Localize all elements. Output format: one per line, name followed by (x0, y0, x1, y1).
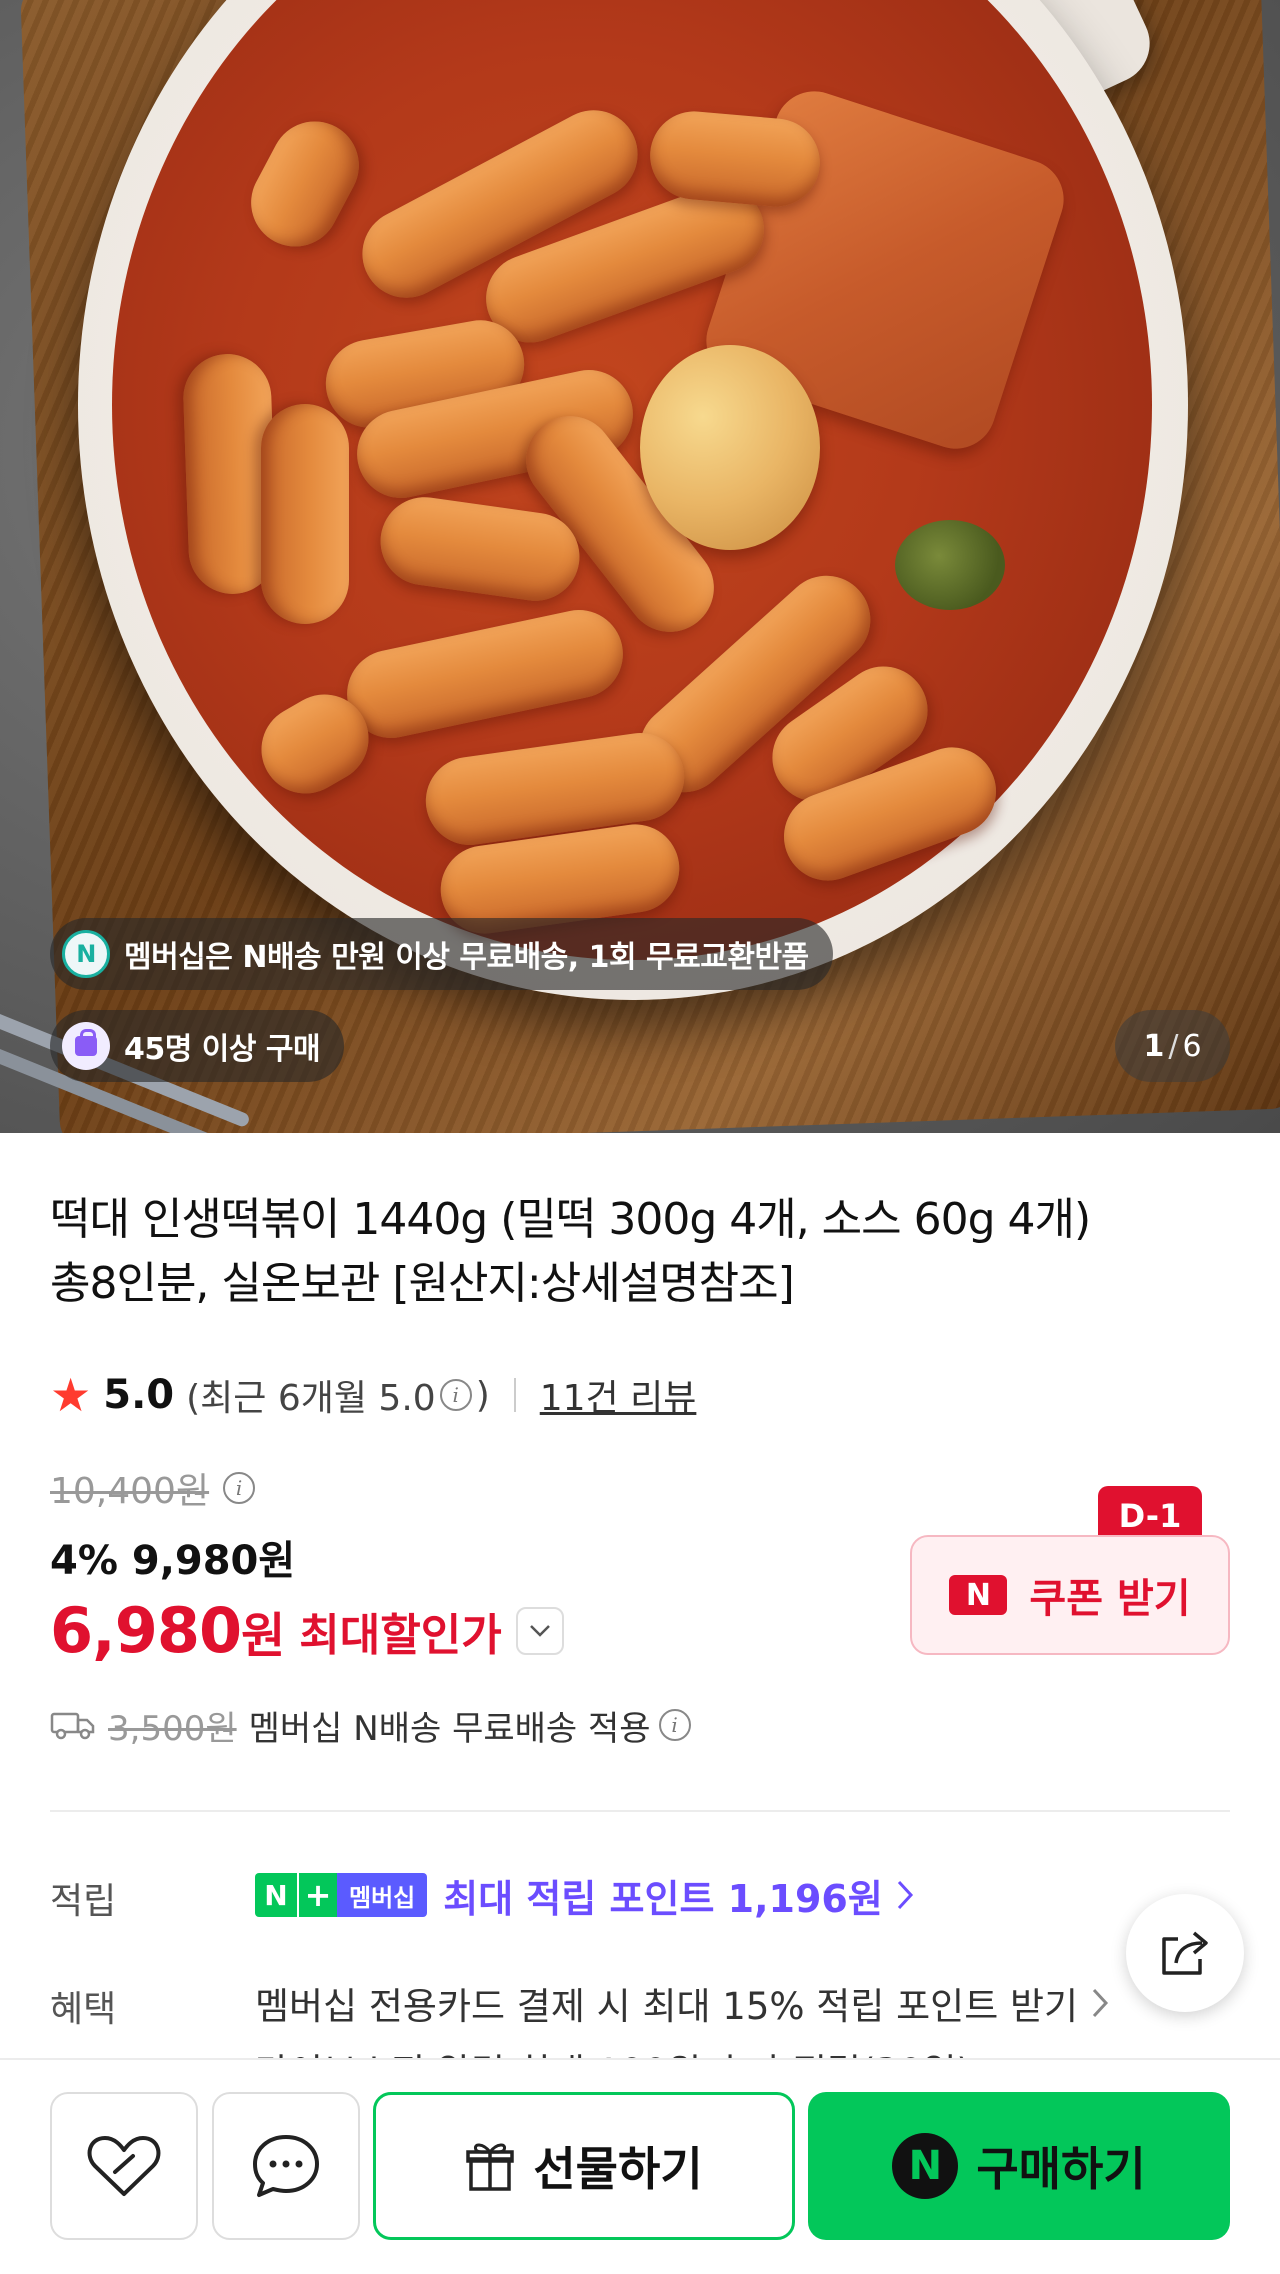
plus-icon: + (297, 1873, 337, 1917)
n-delivery-icon: N (62, 930, 110, 978)
rating-score: 5.0 (103, 1372, 175, 1418)
benefit-label: 혜택 (50, 1989, 117, 2030)
coupon-download-button[interactable]: N 쿠폰 받기 (910, 1535, 1230, 1655)
buyers-badge-text: 45명 이상 구매 (124, 1032, 321, 1067)
shipping-row: 3,500원 멤버십 N배송 무료배송 적용 i (50, 1698, 695, 1752)
gift-button[interactable]: 선물하기 (373, 2092, 795, 2240)
gift-icon (466, 2143, 515, 2191)
green-pepper (895, 520, 1005, 610)
max-discount-label: 최대할인가 (299, 1609, 502, 1661)
info-icon[interactable]: i (439, 1379, 472, 1411)
section-divider (50, 1810, 1230, 1812)
sale-price-row: 4% 9,980원 (50, 1528, 295, 1586)
original-price: 10,400원 (50, 1471, 210, 1512)
original-shipping-fee: 3,500원 (108, 1708, 237, 1749)
image-index: 1 (1143, 1028, 1165, 1064)
chevron-right-icon (897, 1880, 913, 1910)
info-icon[interactable]: i (223, 1472, 256, 1504)
membership-tag: 멤버십 (337, 1873, 428, 1917)
product-title-line2: 총8인분, 실온보관 [원산지:상세설명참조] (50, 1258, 795, 1309)
inquiry-button[interactable] (212, 2092, 360, 2240)
rice-cake (261, 404, 349, 624)
points-row[interactable]: N + 멤버십 최대 적립 포인트 1,196원 (255, 1866, 915, 1924)
heart-icon (87, 2136, 161, 2196)
final-price-currency: 원 (241, 1607, 286, 1664)
final-price: 6,980 (50, 1594, 242, 1667)
chevron-down-icon[interactable] (515, 1606, 564, 1655)
shipping-text: 멤버십 N배송 무료배송 적용 (248, 1708, 651, 1749)
points-label: 적립 (50, 1881, 117, 1922)
coupon-label: 쿠폰 받기 (1029, 1576, 1191, 1622)
truck-icon (50, 1712, 95, 1740)
rating-row: ★ 5.0 (최근 6개월 5.0 i ) 11건 리뷰 (50, 1365, 696, 1425)
image-total: 6 (1182, 1028, 1202, 1064)
like-button[interactable] (50, 2092, 198, 2240)
divider (513, 1378, 516, 1412)
membership-shipping-badge[interactable]: N 멤버십은 N배송 만원 이상 무료배송, 1회 무료교환반품 (50, 918, 833, 990)
sale-price: 9,980원 (131, 1538, 296, 1584)
buy-label: 구매하기 (976, 2142, 1146, 2196)
recent-rating-close: ) (475, 1374, 490, 1416)
naver-n-icon: N (255, 1873, 297, 1917)
share-icon (1162, 1931, 1208, 1975)
original-price-row: 10,400원 i (50, 1462, 259, 1514)
benefit-row[interactable]: 멤버십 전용카드 결제 시 최대 15% 적립 포인트 받기 (255, 1976, 1110, 2030)
info-icon[interactable]: i (658, 1709, 691, 1741)
membership-badge-text: 멤버십은 N배송 만원 이상 무료배송, 1회 무료교환반품 (124, 940, 809, 975)
buy-button[interactable]: N 구매하기 (808, 2092, 1230, 2240)
chat-bubble-icon (253, 2135, 319, 2197)
product-title-line1: 떡대 인생떡볶이 1440g (밀떡 300g 4개, 소스 60g 4개) (50, 1194, 1091, 1245)
discount-rate: 4% (50, 1538, 118, 1584)
benefit-text: 멤버십 전용카드 결제 시 최대 15% 적립 포인트 받기 (255, 1985, 1079, 2028)
shopping-bag-icon (62, 1022, 110, 1070)
naver-plus-membership-badge: N + 멤버십 (255, 1873, 428, 1917)
share-button[interactable] (1126, 1894, 1244, 2012)
product-title: 떡대 인생떡볶이 1440g (밀떡 300g 4개, 소스 60g 4개) 총… (50, 1188, 1230, 1316)
naver-coupon-icon: N (949, 1575, 1008, 1615)
max-points-text: 최대 적립 포인트 1,196원 (443, 1876, 883, 1921)
buyers-count-badge: 45명 이상 구매 (50, 1010, 345, 1082)
gift-label: 선물하기 (533, 2142, 703, 2196)
naver-pay-icon: N (892, 2133, 959, 2199)
review-count-link[interactable]: 11건 리뷰 (540, 1369, 697, 1421)
final-price-row: 6,980 원 최대할인가 (50, 1594, 564, 1667)
product-image-carousel[interactable]: N 멤버십은 N배송 만원 이상 무료배송, 1회 무료교환반품 45명 이상 … (0, 0, 1280, 1133)
recent-rating: (최근 6개월 5.0 (186, 1378, 436, 1419)
boiled-egg (640, 345, 820, 550)
star-icon: ★ (50, 1368, 92, 1422)
image-counter: 1 / 6 (1115, 1010, 1230, 1082)
image-counter-separator: / (1168, 1028, 1179, 1064)
chevron-right-icon (1092, 1988, 1109, 2018)
